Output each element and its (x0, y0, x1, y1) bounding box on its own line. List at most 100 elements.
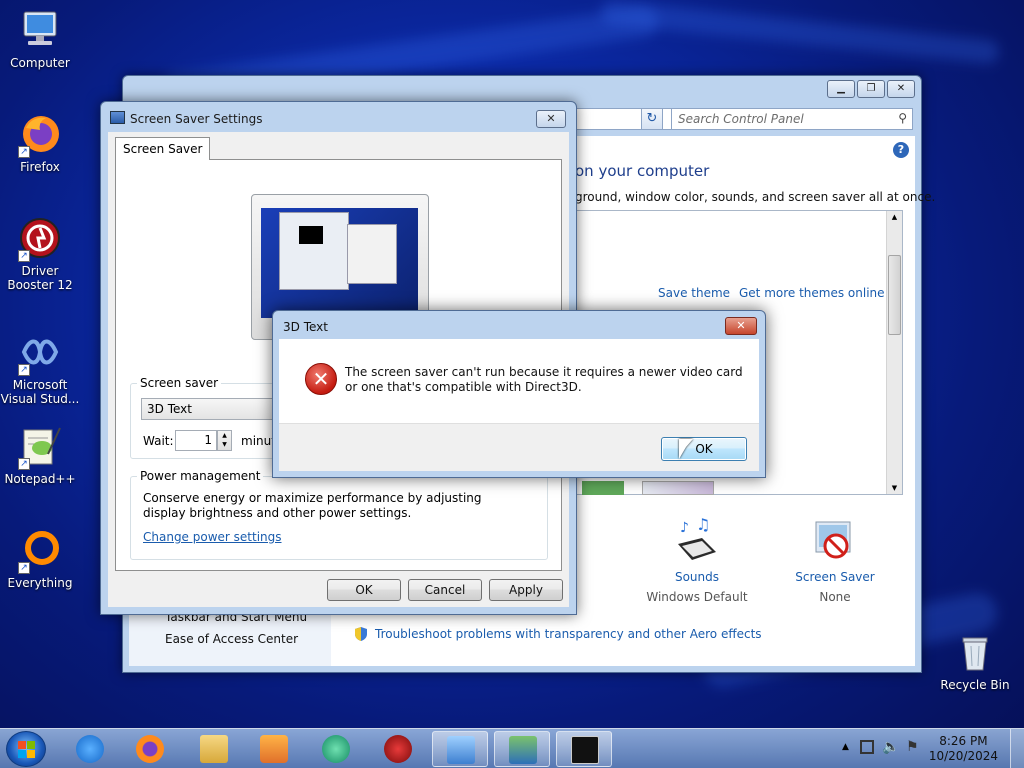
screensaver-app-icon (571, 736, 599, 764)
tab-screen-saver[interactable]: Screen Saver (115, 137, 211, 160)
ok-button[interactable]: OK (661, 437, 747, 461)
screen-saver-item[interactable]: Screen Saver None (780, 518, 890, 604)
scrollbar[interactable]: ▲ ▼ (886, 211, 902, 494)
driver-booster-icon: ↗ (18, 216, 62, 262)
windows-logo-icon (18, 741, 36, 759)
display-icon (509, 736, 537, 764)
close-button[interactable]: ✕ (536, 110, 566, 128)
desktop-icon-notepad-plus[interactable]: ↗ Notepad++ (0, 424, 80, 486)
svg-text:♪: ♪ (680, 520, 689, 536)
system-tray: ▲ 🔈 ⚑ 8:26 PM 10/20/2024 (834, 729, 1024, 768)
get-more-themes-link[interactable]: Get more themes online (739, 286, 885, 300)
theme-thumbnails[interactable] (576, 481, 876, 495)
close-button[interactable]: ✕ (725, 317, 757, 335)
recycle-bin-icon (953, 630, 997, 674)
desktop-icon-label: Notepad++ (4, 472, 76, 486)
taskbar: ▲ 🔈 ⚑ 8:26 PM 10/20/2024 (0, 728, 1024, 768)
taskbar-3d-text[interactable] (556, 731, 612, 767)
svg-text:♫: ♫ (696, 518, 710, 534)
theme-thumbnail[interactable] (582, 481, 624, 495)
computer-icon (18, 8, 62, 52)
internet-explorer-icon (76, 735, 104, 763)
driver-booster-icon (384, 735, 412, 763)
clock-time: 8:26 PM (939, 734, 988, 748)
desktop-icon-label: Driver Booster 12 (7, 264, 73, 292)
taskbar-media-player[interactable] (246, 731, 302, 767)
search-icon[interactable]: ⚲ (898, 111, 907, 125)
taskbar-display-settings[interactable] (494, 731, 550, 767)
clock-date: 10/20/2024 (928, 749, 998, 763)
error-icon: ✕ (305, 363, 337, 395)
folder-icon (200, 735, 228, 763)
help-icon[interactable]: ? (893, 142, 909, 158)
notepad-plus-icon: ↗ (18, 424, 62, 470)
volume-muted-icon[interactable]: 🔈 (882, 739, 899, 755)
page-heading: on your computer (575, 162, 710, 180)
shortcut-arrow-icon: ↗ (18, 146, 30, 158)
group-label: Power management (137, 469, 264, 483)
start-button[interactable] (6, 731, 46, 767)
taskbar-explorer[interactable] (186, 731, 242, 767)
taskbar-app[interactable] (308, 731, 364, 767)
taskbar-firefox[interactable] (122, 731, 178, 767)
wait-input[interactable]: 1 (175, 430, 217, 451)
clock[interactable]: 8:26 PM 10/20/2024 (929, 734, 998, 764)
show-desktop-button[interactable] (1010, 729, 1024, 768)
sounds-item[interactable]: ♪ ♫ Sounds Windows Default (642, 515, 752, 604)
wait-label: Wait: (143, 434, 174, 448)
error-message: The screen saver can't run because it re… (345, 365, 743, 394)
search-input[interactable]: Search Control Panel ⚲ (671, 108, 913, 130)
show-hidden-icons-icon[interactable]: ▲ (842, 742, 849, 752)
wallpaper-streak (599, 0, 1001, 65)
scrollbar-thumb[interactable] (888, 255, 901, 335)
change-power-settings-link[interactable]: Change power settings (143, 530, 282, 544)
desktop-icon-recycle-bin[interactable]: Recycle Bin (935, 630, 1015, 692)
restore-button[interactable]: ❐ (857, 80, 885, 98)
desktop-icon-label: Microsoft Visual Stud... (0, 378, 80, 406)
shield-icon (353, 626, 369, 642)
desktop-icon-driver-booster[interactable]: ↗ Driver Booster 12 (0, 216, 80, 292)
cancel-button[interactable]: Cancel (408, 579, 482, 601)
taskbar-control-panel[interactable] (432, 731, 488, 767)
troubleshoot-link[interactable]: Troubleshoot problems with transparency … (375, 627, 762, 641)
close-button[interactable]: ✕ (887, 80, 915, 98)
theme-thumbnail[interactable] (642, 481, 714, 495)
media-player-icon (260, 735, 288, 763)
desktop-icon-firefox[interactable]: ↗ Firefox (0, 112, 80, 174)
power-management-group: Power management Conserve energy or maxi… (130, 469, 548, 560)
action-center-flag-icon[interactable]: ⚑ (906, 739, 919, 755)
sounds-label[interactable]: Sounds (642, 570, 752, 584)
wait-stepper[interactable]: ▲ ▼ (217, 430, 232, 451)
mouse-cursor-icon (679, 439, 693, 459)
ok-button[interactable]: OK (327, 579, 401, 601)
sounds-value: Windows Default (646, 590, 748, 604)
visual-studio-icon: ↗ (18, 330, 62, 376)
scroll-down-icon[interactable]: ▼ (887, 482, 902, 494)
dialog-title: 3D Text (283, 320, 328, 334)
group-label: Screen saver (137, 376, 222, 390)
wait-unit: minut (241, 434, 276, 448)
screen-saver-icon (810, 518, 860, 564)
app-icon (322, 735, 350, 763)
scroll-up-icon[interactable]: ▲ (887, 211, 902, 223)
taskbar-internet-explorer[interactable] (62, 731, 118, 767)
power-description: Conserve energy or maximize performance … (143, 491, 482, 520)
shortcut-arrow-icon: ↗ (18, 562, 30, 574)
shortcut-arrow-icon: ↗ (18, 458, 30, 470)
save-theme-link[interactable]: Save theme (658, 286, 730, 300)
screen-saver-label[interactable]: Screen Saver (780, 570, 890, 584)
taskbar-driver-booster[interactable] (370, 731, 426, 767)
network-icon[interactable] (860, 740, 874, 754)
minimize-button[interactable]: ▁ (827, 80, 855, 98)
desktop-icon-computer[interactable]: Computer (0, 8, 80, 70)
desktop-icon-everything[interactable]: ↗ Everything (0, 528, 80, 590)
desktop-icon-label: Everything (7, 576, 73, 590)
sidebar-link-ease-of-access[interactable]: Ease of Access Center (165, 632, 298, 646)
everything-search-icon: ↗ (18, 528, 62, 574)
firefox-icon: ↗ (18, 112, 62, 158)
apply-button[interactable]: Apply (489, 579, 563, 601)
refresh-button[interactable]: ↻ (641, 108, 663, 130)
page-subheading: ground, window color, sounds, and screen… (575, 190, 936, 204)
control-panel-icon (447, 736, 475, 764)
desktop-icon-visual-studio[interactable]: ↗ Microsoft Visual Stud... (0, 330, 80, 406)
